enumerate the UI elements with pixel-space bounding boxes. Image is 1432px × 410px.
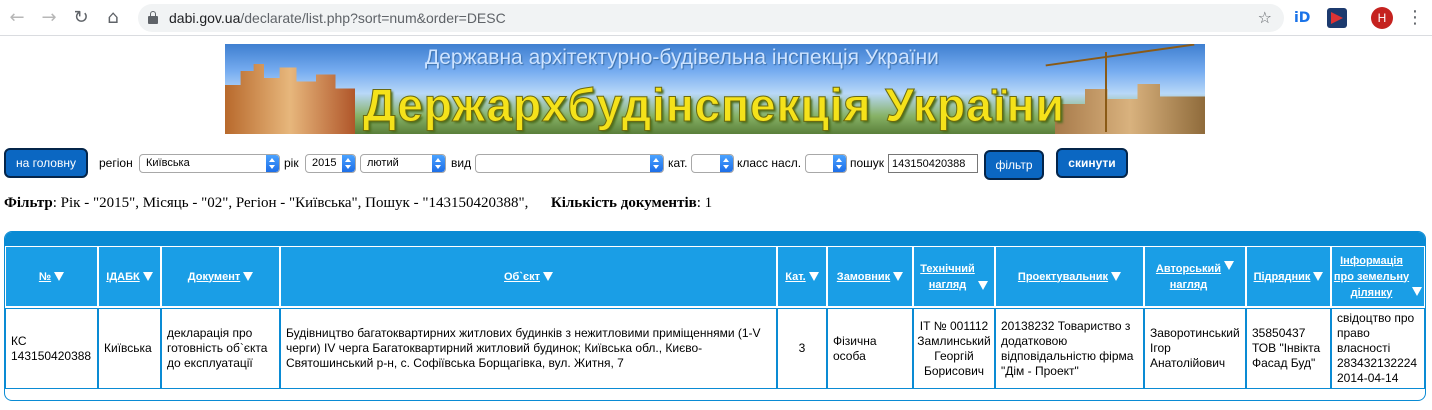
- sort-triangle-icon[interactable]: [54, 272, 65, 281]
- select-arrow-icon: [720, 155, 733, 172]
- banner-crane-tower: [1105, 52, 1107, 132]
- cell-contractor: 35850437 ТОВ "Інвікта Фасад Буд": [1246, 308, 1331, 389]
- search-input[interactable]: [888, 154, 978, 173]
- select-arrow-icon: [833, 155, 846, 172]
- cell-idabk: Київська: [98, 308, 161, 389]
- header-customer[interactable]: Замовник: [827, 246, 913, 306]
- sort-triangle-icon[interactable]: [1224, 261, 1235, 270]
- category-label: кат.: [668, 156, 688, 170]
- sort-triangle-icon[interactable]: [243, 272, 254, 281]
- select-arrow-icon: [432, 155, 445, 172]
- cell-document: декларація про готовність об`єкта до екс…: [161, 308, 280, 389]
- header-tech-supervision[interactable]: Технічний нагляд: [913, 246, 995, 306]
- header-document[interactable]: Документ: [161, 246, 280, 306]
- select-arrow-icon: [342, 155, 355, 172]
- home-icon[interactable]: ⌂: [102, 7, 124, 29]
- forward-arrow-icon[interactable]: →: [38, 7, 60, 29]
- cell-author-supervision: Заворотинський Ігор Анатолійович: [1144, 308, 1246, 389]
- class-label: класс насл.: [737, 156, 802, 170]
- month-select[interactable]: лютий: [360, 154, 446, 173]
- type-label: вид: [451, 156, 472, 170]
- browser-toolbar: ← → ↻ ⌂ dabi.gov.ua/declarate/list.php?s…: [0, 0, 1432, 36]
- extension-id-icon[interactable]: iD: [1294, 8, 1314, 28]
- sort-triangle-icon[interactable]: [808, 272, 819, 281]
- back-arrow-icon[interactable]: ←: [6, 7, 28, 29]
- select-arrow-icon: [650, 155, 663, 172]
- sort-triangle-icon[interactable]: [542, 272, 553, 281]
- sort-triangle-icon[interactable]: [1412, 287, 1423, 296]
- reset-button[interactable]: скинути: [1056, 148, 1128, 178]
- table-top-bar: [5, 232, 1425, 246]
- filter-summary-label: Фільтр: [4, 195, 53, 211]
- cell-num: КС 143150420388: [5, 308, 98, 389]
- banner-crane-jib: [1045, 44, 1195, 67]
- search-label: пошук: [850, 156, 885, 170]
- select-arrow-icon: [266, 155, 279, 172]
- address-bar[interactable]: dabi.gov.ua/declarate/list.php?sort=num&…: [138, 4, 1284, 32]
- header-num[interactable]: №: [5, 246, 98, 306]
- cell-land-info: свідоцтво про право власності 2834321322…: [1331, 308, 1425, 389]
- header-land-info[interactable]: Інформація про земельну ділянку: [1331, 246, 1425, 306]
- sort-triangle-icon[interactable]: [1313, 272, 1324, 281]
- year-select[interactable]: 2015: [305, 154, 356, 173]
- sort-triangle-icon[interactable]: [893, 272, 904, 281]
- cell-designer: 20138232 Товариство з додатковою відпові…: [995, 308, 1144, 389]
- cell-tech-supervision: ІТ № 001112 Замлинський Георгій Борисови…: [913, 308, 995, 389]
- header-category[interactable]: Кат.: [777, 246, 827, 306]
- filter-summary: Фільтр: Рік - "2015", Місяць - "02", Рег…: [4, 195, 712, 212]
- doc-count-value: : 1: [696, 195, 713, 211]
- category-select[interactable]: [691, 154, 734, 173]
- cell-object: Будівництво багатоквартирних житлових бу…: [280, 308, 777, 389]
- type-select[interactable]: [475, 154, 664, 173]
- profile-avatar[interactable]: H: [1371, 7, 1393, 29]
- year-label: рік: [284, 156, 299, 170]
- sort-triangle-icon[interactable]: [977, 281, 988, 290]
- region-select[interactable]: Київська: [139, 154, 280, 173]
- banner-title: Держархбудінспекція України: [363, 79, 1065, 132]
- reload-icon[interactable]: ↻: [70, 7, 92, 29]
- region-label: регіон: [99, 156, 133, 170]
- home-button[interactable]: на головну: [4, 148, 88, 178]
- cell-category: 3: [777, 308, 827, 389]
- bookmark-star-icon[interactable]: ☆: [1258, 8, 1272, 27]
- header-author-supervision[interactable]: Авторський нагляд: [1144, 246, 1246, 306]
- filter-button[interactable]: фільтр: [984, 150, 1044, 180]
- filter-summary-text: : Рік - "2015", Місяць - "02", Регіон - …: [52, 195, 529, 211]
- url-text[interactable]: dabi.gov.ua/declarate/list.php?sort=num&…: [169, 10, 506, 26]
- class-select[interactable]: [805, 154, 847, 173]
- lock-icon[interactable]: [148, 11, 158, 24]
- banner-subtitle: Державна архітектурно-будівельна інспекц…: [425, 46, 939, 69]
- header-designer[interactable]: Проектувальник: [995, 246, 1144, 306]
- header-contractor[interactable]: Підрядник: [1246, 246, 1331, 306]
- header-object[interactable]: Об`єкт: [280, 246, 777, 306]
- cell-customer: Фізична особа: [827, 308, 913, 389]
- header-idabk[interactable]: ІДАБК: [98, 246, 161, 306]
- doc-count-label: Кількість документів: [550, 195, 697, 211]
- banner-city-right: [1055, 84, 1205, 134]
- extension-icon[interactable]: [1327, 8, 1347, 28]
- sort-triangle-icon[interactable]: [1111, 272, 1122, 281]
- sort-triangle-icon[interactable]: [142, 272, 153, 281]
- menu-dots-icon[interactable]: ⋮: [1406, 6, 1424, 30]
- declarations-table: № ІДАБК Документ Об`єкт Кат. Замовник Те…: [4, 231, 1426, 401]
- site-banner: Державна архітектурно-будівельна інспекц…: [225, 44, 1205, 134]
- banner-city-left: [225, 64, 355, 134]
